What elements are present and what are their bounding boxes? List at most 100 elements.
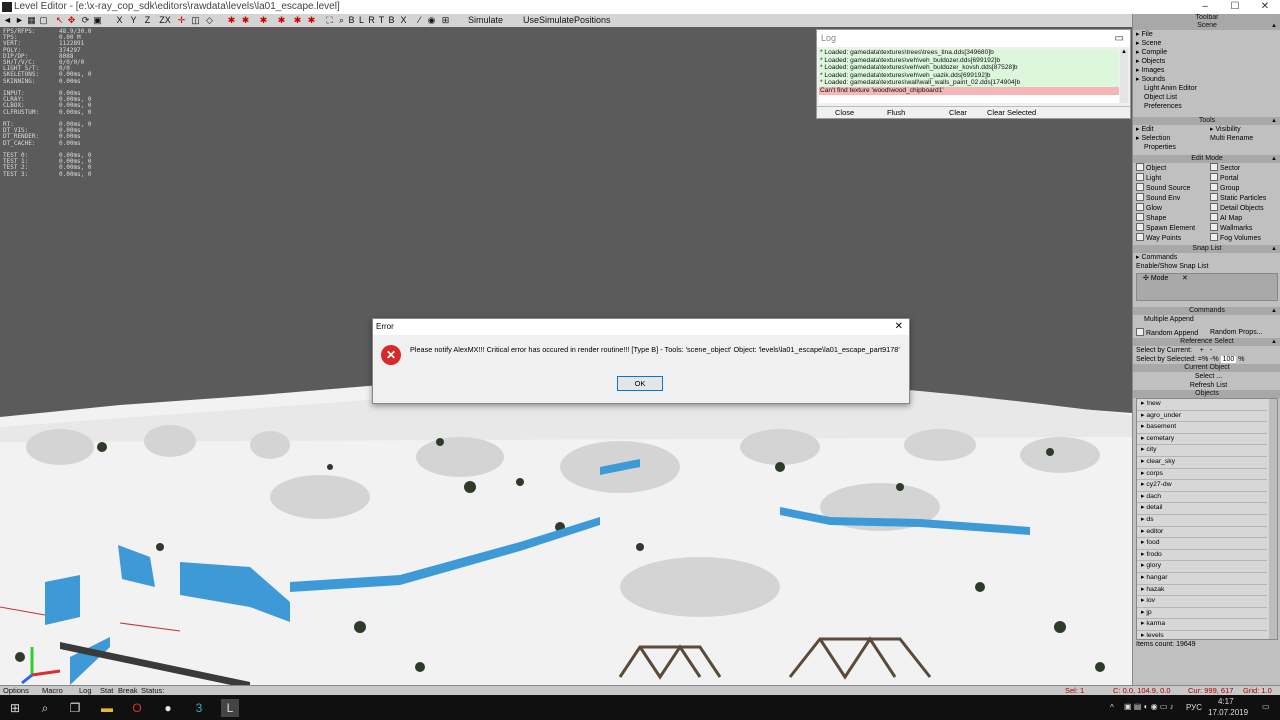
edit-mode-left-item[interactable]: Shape	[1133, 213, 1207, 223]
log-line[interactable]: * Loaded: gamedata\textures\veh\veh_uazi…	[819, 71, 1119, 80]
scene-menu-compile[interactable]: ▸ Compile	[1133, 48, 1280, 57]
tools-visibility[interactable]: ▸ Visibility	[1207, 125, 1280, 134]
windows-start-icon[interactable]: ⊞	[6, 699, 24, 717]
object-folder-item[interactable]: ▸ karma	[1137, 619, 1267, 631]
tool-a-icon[interactable]: ⁄	[414, 15, 425, 26]
reference-select-section-header[interactable]: Reference Select ▲	[1133, 338, 1280, 346]
scene-menu-images[interactable]: ▸ Images	[1133, 66, 1280, 75]
search-icon[interactable]: ⌕	[36, 699, 54, 717]
tool-c-icon[interactable]: ⊞	[440, 15, 451, 26]
edit-mode-right-item[interactable]: Static Particles	[1207, 193, 1280, 203]
object-folder-item[interactable]: ▸ food	[1137, 538, 1267, 550]
log-close-button[interactable]: Close	[835, 108, 854, 117]
use-simulate-positions-button[interactable]: UseSimulatePositions	[523, 15, 611, 25]
minimize-button[interactable]: –	[1190, 0, 1220, 14]
snap-mode-box[interactable]: ✣ Mode ✕	[1136, 273, 1278, 301]
log-flush-button[interactable]: Flush	[887, 108, 905, 117]
snap-object-icon[interactable]: ◫	[190, 15, 201, 26]
light-anim-editor-item[interactable]: Light Anim Editor	[1133, 84, 1280, 93]
object-folder-item[interactable]: ▸ jp	[1137, 608, 1267, 620]
log-clear-selected-button[interactable]: Clear Selected	[987, 108, 1036, 117]
edit-mode-checkbox[interactable]	[1136, 183, 1144, 191]
edit-mode-checkbox[interactable]	[1136, 213, 1144, 221]
select-object-button[interactable]: Select ...	[1133, 372, 1280, 381]
edit-mode-left-item[interactable]: Light	[1133, 173, 1207, 183]
random-append-checkbox[interactable]	[1136, 328, 1144, 336]
edit-mode-checkbox[interactable]	[1210, 183, 1218, 191]
refresh-list-button[interactable]: Refresh List	[1133, 381, 1280, 390]
dialog-close-icon[interactable]: ✕	[895, 319, 903, 335]
snap-angle-icon[interactable]: ✱	[226, 15, 237, 26]
object-folder-item[interactable]: ▸ hangar	[1137, 573, 1267, 585]
snap-grid-icon[interactable]: ✛	[176, 15, 187, 26]
remove-icon[interactable]: ✕	[1182, 275, 1188, 282]
log-line[interactable]: * Loaded: gamedata\textures\wall\wall_wa…	[819, 79, 1119, 87]
file-explorer-icon[interactable]: ▬	[98, 699, 116, 717]
axis-x-button[interactable]: X	[114, 15, 125, 26]
notifications-icon[interactable]: ▭	[1262, 702, 1270, 711]
edit-mode-left-item[interactable]: Way Points	[1133, 233, 1207, 243]
objects-scrollbar[interactable]	[1269, 399, 1277, 639]
log-line[interactable]: * Loaded: gamedata\textures\veh\veh_buld…	[819, 56, 1119, 65]
multiple-append-button[interactable]: Multiple Append	[1133, 315, 1280, 324]
edit-mode-right-item[interactable]: Group	[1207, 183, 1280, 193]
scene-section-header[interactable]: Scene ▲	[1133, 22, 1280, 30]
object-folder-item[interactable]: ▸ agro_under	[1137, 411, 1267, 423]
edit-mode-checkbox[interactable]	[1136, 173, 1144, 181]
app-3-icon[interactable]: 3	[190, 699, 208, 717]
rotate-icon[interactable]: ⟳	[80, 15, 91, 26]
move-icon[interactable]: ✥	[66, 15, 77, 26]
object-folder-item[interactable]: ▸ cy27-dw	[1137, 480, 1267, 492]
edit-mode-checkbox[interactable]	[1210, 173, 1218, 181]
axis-zx-button[interactable]: ZX	[158, 15, 172, 26]
objects-tree[interactable]: ▸ !new ▸ agro_under ▸ basement ▸ cemetary ▸ …	[1136, 398, 1278, 640]
tools-edit[interactable]: ▸ Edit	[1133, 125, 1207, 134]
random-append-toggle[interactable]: Random Append	[1133, 328, 1207, 338]
edit-mode-checkbox[interactable]	[1210, 203, 1218, 211]
preferences-item[interactable]: Preferences	[1133, 102, 1280, 111]
scene-menu-sounds[interactable]: ▸ Sounds	[1133, 75, 1280, 84]
tools-section-header[interactable]: Tools ▲	[1133, 117, 1280, 125]
level-editor-task-icon[interactable]: L	[221, 699, 239, 717]
axis-y-button[interactable]: Y	[128, 15, 139, 26]
collapse-icon[interactable]: ▲	[1271, 245, 1277, 253]
object-folder-item[interactable]: ▸ levels	[1137, 631, 1267, 639]
object-folder-item[interactable]: ▸ dach	[1137, 492, 1267, 504]
render-x-button[interactable]: X	[398, 15, 409, 26]
tools-properties[interactable]: Properties	[1133, 143, 1280, 152]
close-window-button[interactable]: ✕	[1250, 0, 1280, 14]
object-folder-item[interactable]: ▸ basement	[1137, 422, 1267, 434]
task-view-icon[interactable]: ❐	[66, 699, 84, 717]
edit-mode-left-item[interactable]: Glow	[1133, 203, 1207, 213]
edit-mode-left-item[interactable]: Sound Env	[1133, 193, 1207, 203]
edit-mode-checkbox[interactable]	[1210, 163, 1218, 171]
snap-move-icon[interactable]: ✱	[240, 15, 251, 26]
maximize-button[interactable]: ☐	[1220, 0, 1250, 14]
scale-icon[interactable]: ▣	[92, 15, 103, 26]
edit-mode-checkbox[interactable]	[1136, 193, 1144, 201]
log-scrollbar[interactable]: ▲	[1120, 49, 1128, 103]
select-by-selected-row[interactable]: Select by Selected: =% -% 100 %	[1133, 355, 1280, 364]
edit-mode-checkbox[interactable]	[1210, 193, 1218, 201]
edit-mode-checkbox[interactable]	[1210, 233, 1218, 241]
edit-mode-right-item[interactable]: Sector	[1207, 163, 1280, 173]
edit-mode-section-header[interactable]: Edit Mode ▲	[1133, 155, 1280, 163]
edit-mode-right-item[interactable]: Fog Volumes	[1207, 233, 1280, 243]
tool-b-icon[interactable]: ◉	[426, 15, 437, 26]
edit-mode-left-item[interactable]: Sound Source	[1133, 183, 1207, 193]
enable-show-snap-list-item[interactable]: Enable/Show Snap List	[1133, 262, 1280, 271]
edit-mode-right-item[interactable]: Detail Objects	[1207, 203, 1280, 213]
object-folder-item[interactable]: ▸ city	[1137, 445, 1267, 457]
camera-icon[interactable]: ⛶	[324, 15, 335, 26]
object-folder-item[interactable]: ▸ editor	[1137, 527, 1267, 539]
select-mode-icon[interactable]: ↖	[54, 15, 65, 26]
edit-mode-right-item[interactable]: AI Map	[1207, 213, 1280, 223]
log-error-line[interactable]: Can't find texture 'wood\wood_chipboard1…	[819, 86, 1119, 95]
collapse-icon[interactable]: ▲	[1271, 307, 1277, 315]
object-folder-item[interactable]: ▸ cemetary	[1137, 434, 1267, 446]
object-folder-item[interactable]: ▸ iov	[1137, 596, 1267, 608]
log-close-icon[interactable]: ▭	[1115, 30, 1124, 47]
opera-icon[interactable]: O	[128, 699, 146, 717]
arrow-left-icon[interactable]: ◄	[2, 15, 13, 26]
clock-date[interactable]: 17.07.2019	[1208, 708, 1248, 717]
